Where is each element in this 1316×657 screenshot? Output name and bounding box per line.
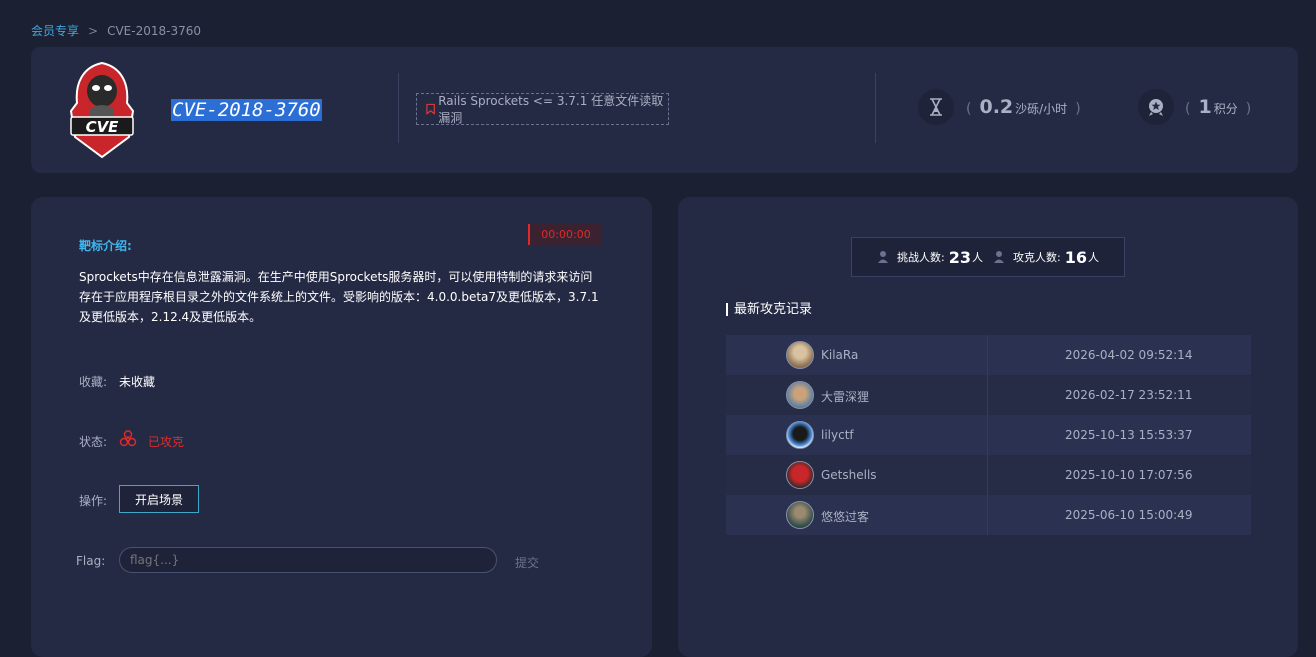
- challenge-detail-panel: 靶标介绍: 00:00:00 Sprockets中存在信息泄露漏洞。在生产中使用…: [31, 197, 652, 657]
- bookmark-icon: [426, 103, 435, 115]
- record-user[interactable]: Getshells: [821, 468, 877, 482]
- solvers-count: 16: [1064, 247, 1087, 267]
- timer: 00:00:00: [528, 224, 602, 245]
- medal-badge: [1138, 89, 1174, 125]
- table-row: 大雷深狸 2026-02-17 23:52:11: [726, 375, 1251, 415]
- points: ( 1 积分 ): [1177, 96, 1259, 118]
- paren-open: (: [1185, 101, 1191, 117]
- avatar: [786, 501, 814, 529]
- paren-open: (: [966, 101, 972, 117]
- table-row: 悠悠过客 2025-06-10 15:00:49: [726, 495, 1251, 535]
- sand-rate-value: 0.2: [979, 96, 1014, 118]
- record-user[interactable]: KilaRa: [821, 348, 858, 362]
- paren-close: ): [1075, 101, 1081, 117]
- favorite-label: 收藏:: [79, 375, 108, 389]
- challenge-description: Sprockets中存在信息泄露漏洞。在生产中使用Sprockets服务器时，可…: [79, 270, 599, 324]
- submit-button[interactable]: 提交: [515, 554, 539, 571]
- avatar: [786, 381, 814, 409]
- table-row: lilyctf 2025-10-13 15:53:37: [726, 415, 1251, 455]
- header-divider: [875, 73, 876, 143]
- record-time: 2025-10-13 15:53:37: [1065, 428, 1193, 442]
- medal-icon: [1149, 99, 1163, 116]
- sand-rate: ( 0.2 沙砾/小时 ): [958, 96, 1089, 118]
- start-scene-button[interactable]: 开启场景: [119, 485, 199, 513]
- breadcrumb-home-link[interactable]: 会员专享: [31, 24, 79, 38]
- favorite-toggle[interactable]: 未收藏: [119, 373, 155, 390]
- challenge-title: CVE-2018-3760: [171, 99, 322, 121]
- action-label: 操作:: [79, 494, 108, 508]
- solve-records-panel: 挑战人数: 23 人 攻克人数: 16 人 最新攻克记录 KilaRa 2026…: [678, 197, 1298, 657]
- record-user[interactable]: 悠悠过客: [821, 508, 869, 525]
- hourglass-icon: [930, 98, 942, 116]
- points-unit: 积分: [1213, 102, 1238, 116]
- challengers-count: 23: [948, 247, 971, 267]
- status-label: 状态:: [79, 435, 108, 449]
- avatar: [786, 421, 814, 449]
- record-user[interactable]: 大雷深狸: [821, 388, 869, 405]
- record-time: 2025-06-10 15:00:49: [1065, 508, 1193, 522]
- logo-text: CVE: [86, 118, 120, 136]
- breadcrumb: 会员专享 > CVE-2018-3760: [31, 22, 201, 39]
- record-user[interactable]: lilyctf: [821, 428, 854, 442]
- table-row: KilaRa 2026-04-02 09:52:14: [726, 335, 1251, 375]
- points-value: 1: [1198, 96, 1212, 118]
- breadcrumb-current: CVE-2018-3760: [107, 24, 201, 38]
- record-time: 2026-02-17 23:52:11: [1065, 388, 1193, 402]
- record-time: 2026-04-02 09:52:14: [1065, 348, 1193, 362]
- avatar: [786, 341, 814, 369]
- solvers-unit: 人: [1087, 251, 1099, 264]
- record-time: 2025-10-10 17:07:56: [1065, 468, 1193, 482]
- vulnerability-tag: Rails Sprockets <= 3.7.1 任意文件读取漏洞: [416, 93, 669, 125]
- status-value: 已攻克: [148, 435, 185, 449]
- cve-logo: CVE: [69, 61, 135, 159]
- records-title: 最新攻克记录: [726, 303, 812, 316]
- person-icon: [878, 251, 889, 263]
- paren-close: ): [1245, 101, 1252, 117]
- challenge-header: CVE CVE-2018-3760 Rails Sprockets <= 3.7…: [31, 47, 1298, 173]
- table-row: Getshells 2025-10-10 17:07:56: [726, 455, 1251, 495]
- participation-stats: 挑战人数: 23 人 攻克人数: 16 人: [851, 237, 1125, 277]
- flag-label: Flag:: [76, 554, 106, 568]
- breadcrumb-separator: >: [88, 24, 99, 38]
- solvers-label: 攻克人数:: [1013, 251, 1061, 264]
- header-divider: [398, 73, 399, 143]
- flag-input[interactable]: [119, 547, 497, 573]
- sand-rate-unit: 沙砾/小时: [1015, 102, 1068, 116]
- biohazard-icon: [119, 430, 137, 447]
- intro-title: 靶标介绍:: [79, 239, 132, 253]
- hourglass-badge: [918, 89, 954, 125]
- solve-records-table: KilaRa 2026-04-02 09:52:14 大雷深狸 2026-02-…: [726, 335, 1251, 535]
- person-icon: [994, 251, 1004, 263]
- vulnerability-name: Rails Sprockets <= 3.7.1 任意文件读取漏洞: [438, 94, 664, 125]
- challengers-label: 挑战人数:: [897, 251, 945, 264]
- avatar: [786, 461, 814, 489]
- challengers-unit: 人: [972, 251, 983, 264]
